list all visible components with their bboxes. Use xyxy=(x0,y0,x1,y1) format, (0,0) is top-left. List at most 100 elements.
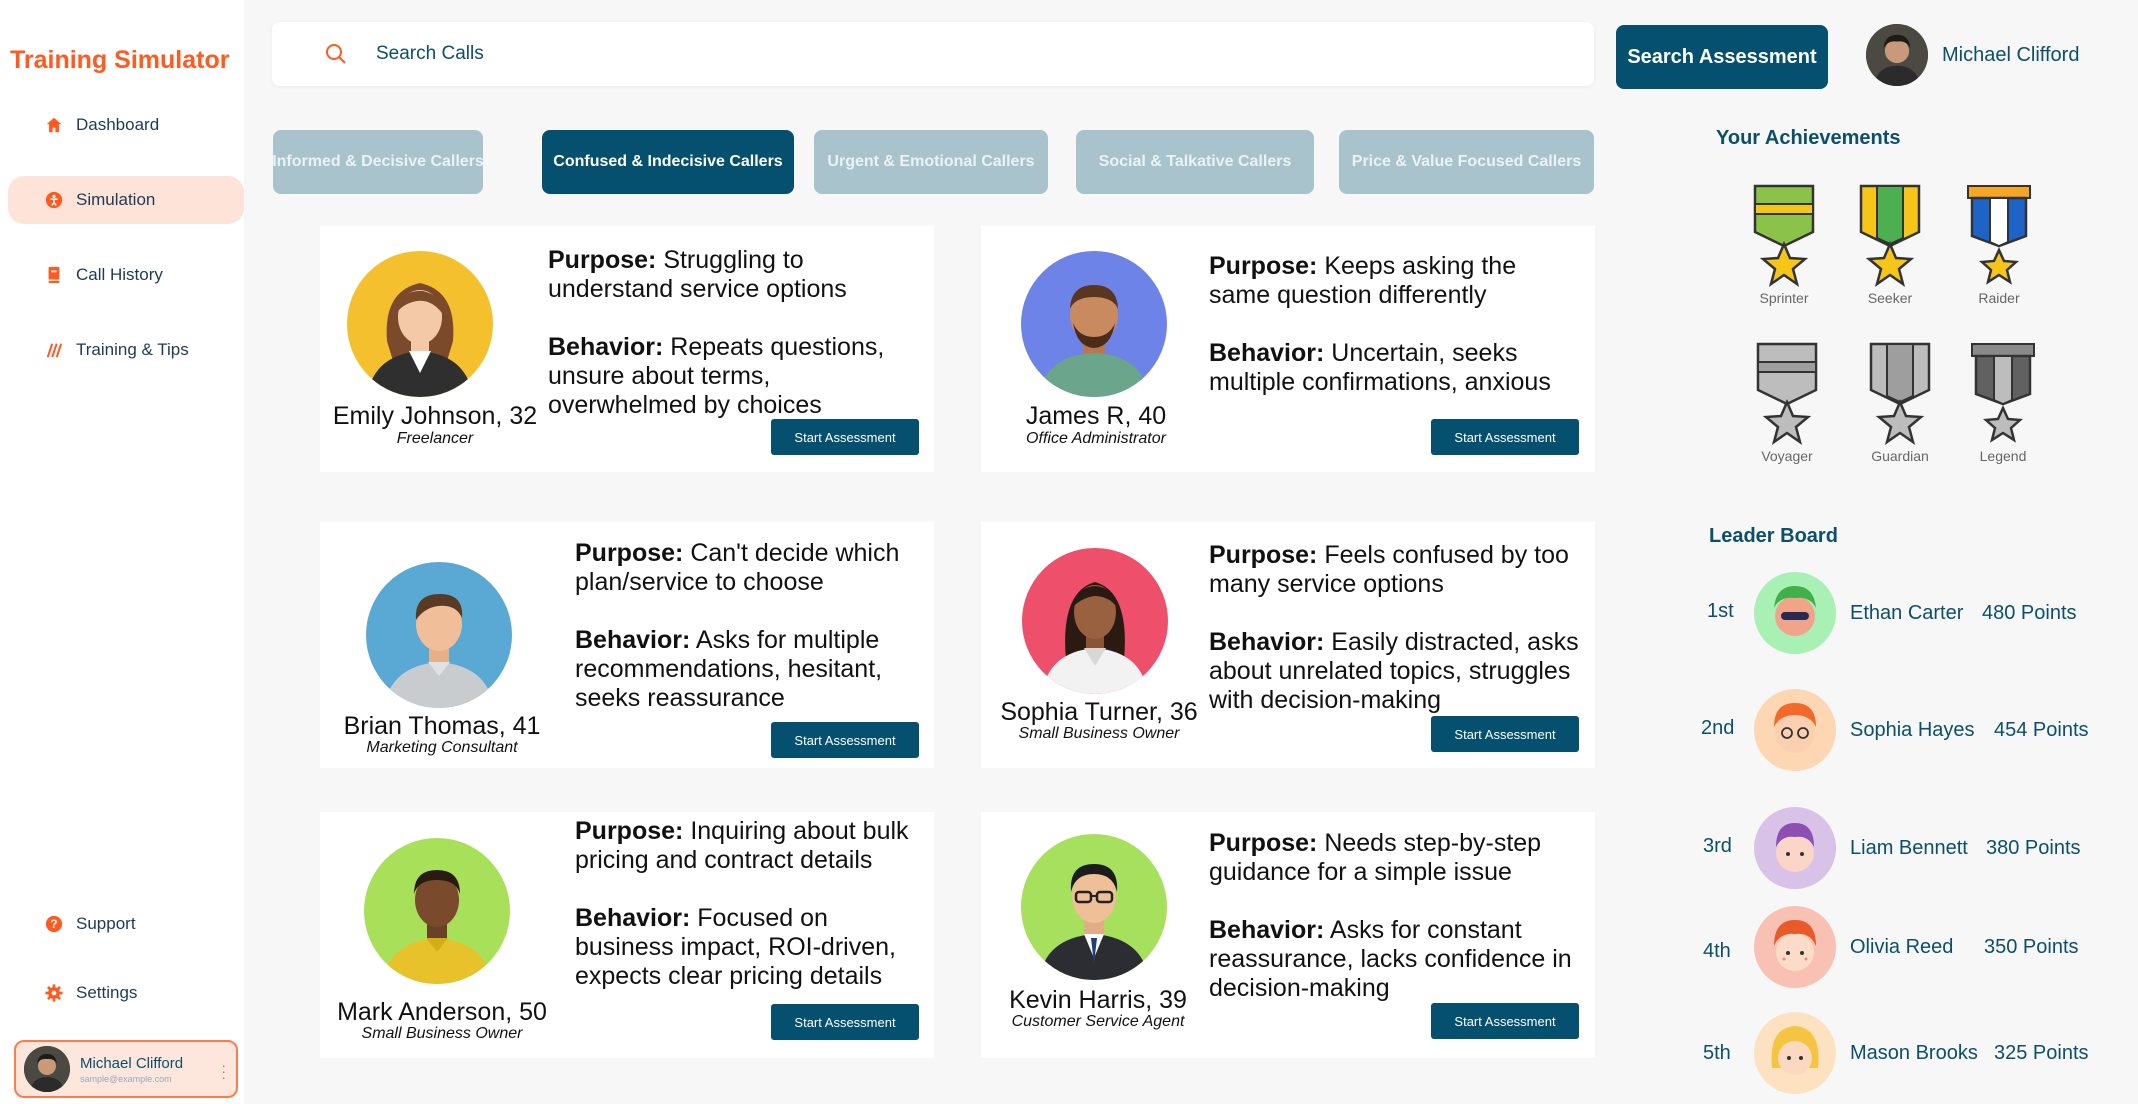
start-assessment-button[interactable]: Start Assessment xyxy=(771,419,919,455)
behavior-label: Behavior: xyxy=(575,904,691,932)
caller-description: Purpose: Keeps asking the same question … xyxy=(1209,252,1584,426)
leaderboard-rank: 2nd xyxy=(1701,717,1735,739)
badge-voyager: Voyager xyxy=(1742,342,1832,464)
behavior-label: Behavior: xyxy=(548,333,664,361)
more-options-icon[interactable]: · · · xyxy=(221,1058,226,1084)
home-icon xyxy=(44,115,64,135)
sidebar-item-label: Call History xyxy=(76,265,163,284)
tab-confused-indecisive[interactable]: Confused & Indecisive Callers xyxy=(542,130,794,194)
sidebar-item-label: Support xyxy=(76,914,136,933)
medal-icon xyxy=(1869,342,1931,445)
avatar xyxy=(1866,24,1928,86)
leaderboard-row: 2nd Sophia Hayes 454 Points xyxy=(1700,689,2120,773)
medal-icon xyxy=(1971,343,2035,443)
caller-description: Purpose: Can't decide which plan/service… xyxy=(575,539,930,742)
medal-icon xyxy=(1859,184,1921,287)
caller-avatar xyxy=(347,251,493,397)
caller-role: Freelancer xyxy=(396,430,474,447)
start-assessment-button[interactable]: Start Assessment xyxy=(1431,1003,1579,1039)
avatar xyxy=(1754,1012,1836,1094)
caller-card: Mark Anderson, 50 Small Business Owner P… xyxy=(320,812,934,1058)
search-assessment-button[interactable]: Search Assessment xyxy=(1616,25,1828,89)
purpose-label: Purpose: xyxy=(575,817,684,845)
caller-role: Small Business Owner xyxy=(1018,725,1180,742)
start-assessment-button[interactable]: Start Assessment xyxy=(771,1004,919,1040)
caller-description: Purpose: Needs step-by-step guidance for… xyxy=(1209,829,1595,1032)
leaderboard-row: 3rd Liam Bennett 380 Points xyxy=(1700,807,2120,891)
avatar xyxy=(1754,807,1836,889)
simulation-icon xyxy=(44,190,64,210)
start-assessment-button[interactable]: Start Assessment xyxy=(771,722,919,758)
start-assessment-button[interactable]: Start Assessment xyxy=(1431,419,1579,455)
avatar xyxy=(1754,906,1836,988)
purpose-label: Purpose: xyxy=(575,539,684,567)
avatar xyxy=(1754,689,1836,771)
leaderboard-name: Olivia Reed xyxy=(1850,936,1954,958)
purpose-label: Purpose: xyxy=(1209,252,1318,280)
leaderboard-name: Ethan Carter xyxy=(1850,602,1964,624)
caller-name: Brian Thomas, 41 xyxy=(343,712,541,740)
caller-role: Customer Service Agent xyxy=(1011,1013,1185,1030)
sidebar-item-support[interactable]: ? Support xyxy=(8,900,244,948)
badge-label: Voyager xyxy=(1761,448,1813,464)
caller-card: Sophia Turner, 36 Small Business Owner P… xyxy=(981,522,1595,768)
leaderboard-row: 1st Ethan Carter 480 Points xyxy=(1700,572,2120,656)
purpose-label: Purpose: xyxy=(548,246,657,274)
behavior-label: Behavior: xyxy=(1209,339,1325,367)
tips-icon xyxy=(44,340,64,360)
start-assessment-button[interactable]: Start Assessment xyxy=(1431,716,1579,752)
leaderboard-name: Liam Bennett xyxy=(1850,837,1968,859)
gear-icon xyxy=(44,983,64,1003)
caller-card: Emily Johnson, 32 Freelancer Purpose: St… xyxy=(320,226,934,472)
badge-label: Seeker xyxy=(1867,290,1913,306)
sidebar-item-call-history[interactable]: Call History xyxy=(8,251,244,299)
sidebar-item-settings[interactable]: Settings xyxy=(8,969,244,1017)
sidebar-user-name: Michael Clifford xyxy=(80,1054,184,1072)
book-icon xyxy=(44,265,64,285)
sidebar: Training Simulator Dashboard Simulation … xyxy=(0,0,244,1104)
sidebar-item-label: Simulation xyxy=(76,190,156,209)
leaderboard-rank: 3rd xyxy=(1703,835,1732,857)
sidebar-user-card[interactable]: Michael Clifford sample@example.com · · · xyxy=(14,1040,238,1098)
caller-card: Brian Thomas, 41 Marketing Consultant Pu… xyxy=(320,522,934,768)
leaderboard-title: Leader Board xyxy=(1709,525,1838,547)
leaderboard-points: 454 Points xyxy=(1994,719,2089,741)
sidebar-user-email: sample@example.com xyxy=(80,1073,172,1084)
header-user[interactable]: Michael Clifford xyxy=(1866,24,2079,86)
caller-avatar xyxy=(1021,251,1167,397)
search-input[interactable] xyxy=(376,43,1376,65)
leaderboard-points: 325 Points xyxy=(1994,1042,2089,1064)
tab-social-talkative[interactable]: Social & Talkative Callers xyxy=(1076,130,1314,194)
caller-avatar xyxy=(366,562,512,708)
medal-icon xyxy=(1756,342,1818,445)
leaderboard-rank: 4th xyxy=(1703,940,1731,962)
medal-icon xyxy=(1967,185,2031,285)
sidebar-item-label: Settings xyxy=(76,983,138,1002)
search-bar xyxy=(272,22,1594,86)
tab-price-value[interactable]: Price & Value Focused Callers xyxy=(1339,130,1594,194)
leaderboard-name: Mason Brooks xyxy=(1850,1042,1978,1064)
behavior-label: Behavior: xyxy=(1209,916,1325,944)
caller-name: James R, 40 xyxy=(1025,402,1167,430)
sidebar-item-label: Training & Tips xyxy=(76,340,189,359)
caller-role: Small Business Owner xyxy=(361,1025,523,1042)
sidebar-item-dashboard[interactable]: Dashboard xyxy=(8,101,244,149)
tab-urgent-emotional[interactable]: Urgent & Emotional Callers xyxy=(814,130,1048,194)
avatar xyxy=(24,1046,70,1092)
sidebar-item-simulation[interactable]: Simulation xyxy=(8,176,244,224)
caller-description: Purpose: Feels confused by too many serv… xyxy=(1209,541,1595,744)
badge-label: Raider xyxy=(1978,290,2020,306)
achievements-title: Your Achievements xyxy=(1716,127,1901,149)
behavior-label: Behavior: xyxy=(1209,628,1325,656)
badge-legend: Legend xyxy=(1958,342,2048,464)
tab-informed-decisive[interactable]: Informed & Decisive Callers xyxy=(272,130,484,194)
caller-avatar xyxy=(364,838,510,984)
caller-card: James R, 40 Office Administrator Purpose… xyxy=(981,226,1595,472)
sidebar-item-training-tips[interactable]: Training & Tips xyxy=(8,326,244,374)
svg-text:?: ? xyxy=(50,918,57,931)
badge-label: Sprinter xyxy=(1759,290,1809,306)
badge-sprinter: Sprinter xyxy=(1739,184,1829,306)
caller-description: Purpose: Inquiring about bulk pricing an… xyxy=(575,817,930,1020)
badge-guardian: Guardian xyxy=(1855,342,1945,464)
leaderboard-rank: 1st xyxy=(1707,600,1734,622)
